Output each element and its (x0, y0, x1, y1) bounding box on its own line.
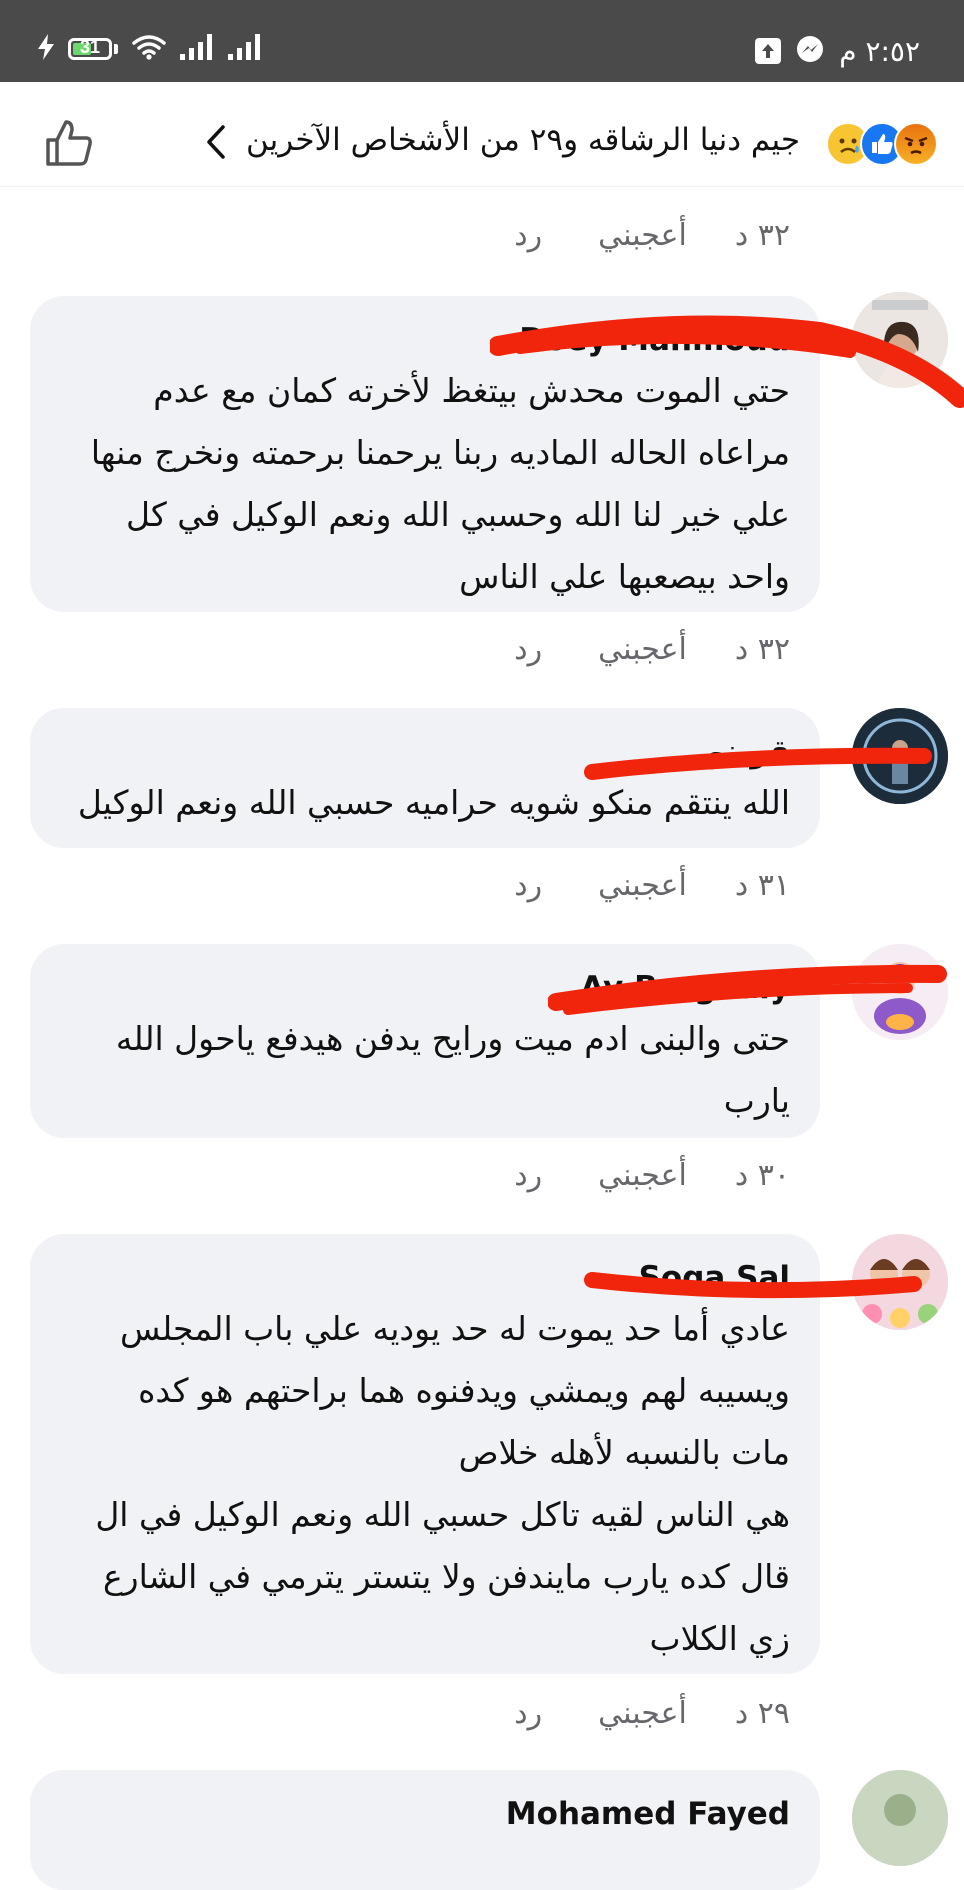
comment-text: الله ينتقم منكو شويه حراميه حسبي الله ون… (77, 783, 790, 822)
reply-button[interactable]: رد (514, 1696, 542, 1731)
comment-time: ٣٢ د (734, 632, 790, 667)
avatar[interactable] (852, 1770, 948, 1866)
messenger-icon (795, 34, 825, 68)
avatar[interactable] (852, 292, 948, 388)
comment-time: ٣١ د (734, 868, 790, 903)
comment-bubble[interactable]: Soga Sal عادي أما حد يموت له حد يوديه عل… (30, 1234, 820, 1674)
avatar[interactable] (852, 944, 948, 1040)
status-icons-right: ٢:٥٢ م (755, 34, 920, 68)
reply-button[interactable]: رد (514, 868, 542, 903)
comment-text: حتي الموت محدش بيتغظ لأخرته كمان مع عدم … (90, 371, 790, 596)
comment-actions-0: ٣٢ د أعجبني رد (514, 218, 790, 253)
signal-icon-2 (228, 34, 262, 64)
comment-author[interactable]: Soga Sal (60, 1258, 790, 1298)
reply-button[interactable]: رد (514, 632, 542, 667)
comment-text: حتى والبنى ادم ميت ورايح يدفن هيدفع ياحو… (115, 1019, 790, 1120)
comment-text: عادي أما حد يموت له حد يوديه علي باب الم… (95, 1309, 790, 1658)
wifi-icon (132, 34, 166, 64)
comment-actions-4: ٢٩ د أعجبني رد (514, 1696, 790, 1731)
battery-level: 31 (79, 37, 101, 57)
comment-bubble[interactable]: Ay Barghaly حتى والبنى ادم ميت ورايح يدف… (30, 944, 820, 1138)
battery-icon: 31 (68, 37, 118, 60)
charging-bolt-icon (38, 34, 54, 64)
like-button[interactable]: أعجبني (598, 1158, 687, 1193)
comment-author[interactable]: Mohamed Fayed (60, 1794, 790, 1834)
avatar[interactable] (852, 1234, 948, 1330)
like-button[interactable]: أعجبني (598, 218, 687, 253)
chevron-left-icon[interactable] (205, 124, 227, 164)
comment-author[interactable]: قرينو (60, 732, 790, 772)
reply-button[interactable]: رد (514, 1158, 542, 1193)
comment-author[interactable]: Ay Barghaly (60, 968, 790, 1008)
reactions-summary[interactable]: جيم دنيا الرشاقه و٢٩ من الأشخاص الآخرين (246, 122, 800, 158)
comment-time: ٢٩ د (734, 1696, 790, 1731)
comment-actions-1: ٣٢ د أعجبني رد (514, 632, 790, 667)
upload-icon (755, 38, 782, 64)
avatar[interactable] (852, 708, 948, 804)
angry-reaction-icon (894, 122, 938, 166)
comment-author[interactable]: Doey Mahmoud (60, 320, 790, 360)
comment-time: ٣٠ د (734, 1158, 790, 1193)
like-outline-icon[interactable] (44, 118, 94, 172)
comment-time: ٣٢ د (734, 218, 790, 253)
status-bar: 31 ٢:٥٢ م (0, 0, 964, 82)
comment-bubble[interactable]: Doey Mahmoud حتي الموت محدش بيتغظ لأخرته… (30, 296, 820, 612)
reaction-emojis (826, 122, 938, 166)
comment-bubble[interactable]: قرينو الله ينتقم منكو شويه حراميه حسبي ا… (30, 708, 820, 848)
signal-icon-1 (180, 34, 214, 64)
status-icons-left: 31 (38, 34, 262, 64)
comment-bubble[interactable]: Mohamed Fayed (30, 1770, 820, 1890)
comment-actions-3: ٣٠ د أعجبني رد (514, 1158, 790, 1193)
clock: ٢:٥٢ م (839, 34, 920, 68)
reactions-header[interactable]: جيم دنيا الرشاقه و٢٩ من الأشخاص الآخرين (0, 100, 964, 187)
like-button[interactable]: أعجبني (598, 632, 687, 667)
like-button[interactable]: أعجبني (598, 868, 687, 903)
comment-actions-2: ٣١ د أعجبني رد (514, 868, 790, 903)
like-button[interactable]: أعجبني (598, 1696, 687, 1731)
reply-button[interactable]: رد (514, 218, 542, 253)
